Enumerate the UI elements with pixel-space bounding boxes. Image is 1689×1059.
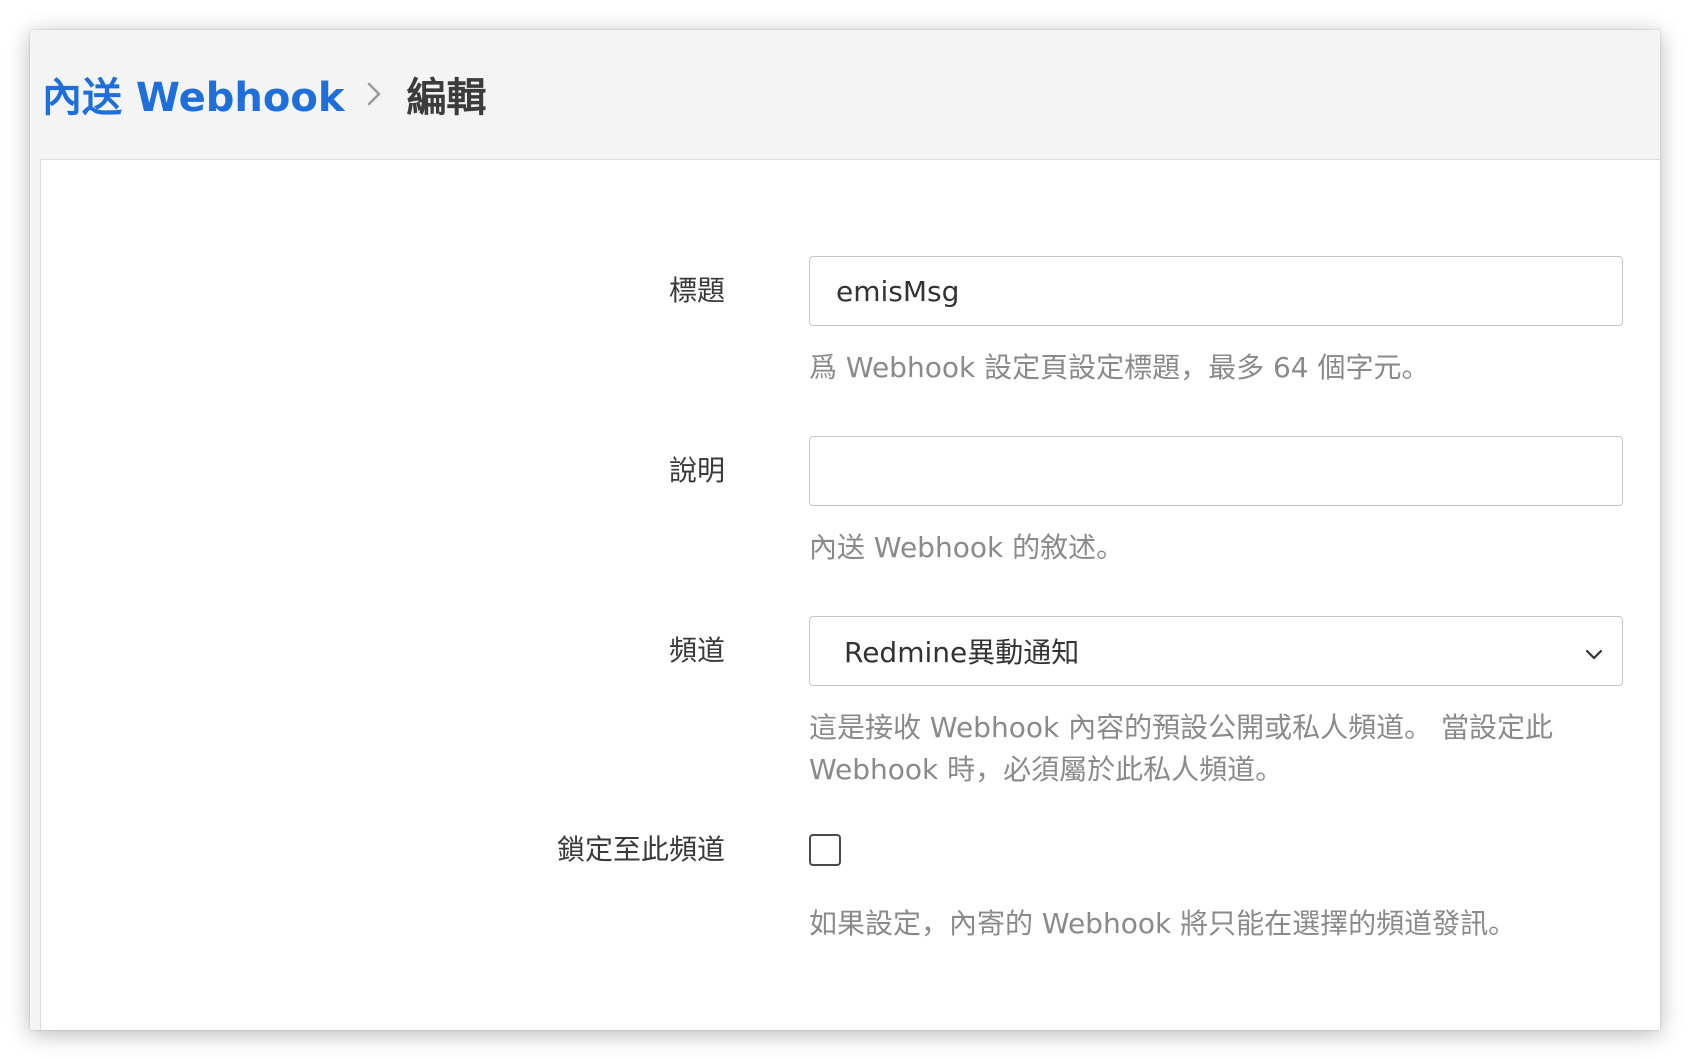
app-window: 內送 Webhook 編輯 標題 爲 Webhook 設定頁設定標題，最多 64… bbox=[30, 30, 1660, 1030]
lock-channel-help-text: 如果設定，內寄的 Webhook 將只能在選擇的頻道發訊。 bbox=[809, 907, 1517, 940]
breadcrumb: 內送 Webhook 編輯 bbox=[30, 30, 1660, 158]
chevron-right-icon bbox=[366, 81, 382, 107]
channel-label: 頻道 bbox=[668, 634, 725, 667]
channel-select-value: Redmine異動通知 bbox=[844, 636, 1080, 669]
title-label: 標題 bbox=[668, 274, 725, 307]
title-help-text: 爲 Webhook 設定頁設定標題，最多 64 個字元。 bbox=[809, 351, 1430, 384]
form-panel: 標題 爲 Webhook 設定頁設定標題，最多 64 個字元。 說明 內送 We… bbox=[40, 159, 1660, 1030]
chevron-down-icon bbox=[1584, 635, 1604, 668]
channel-help-line-2: Webhook 時，必須屬於此私人頻道。 bbox=[809, 753, 1284, 786]
page-title: 編輯 bbox=[406, 75, 487, 121]
description-help-text: 內送 Webhook 的敘述。 bbox=[809, 531, 1125, 564]
lock-channel-checkbox[interactable] bbox=[809, 834, 841, 866]
channel-select[interactable]: Redmine異動通知 bbox=[809, 616, 1623, 686]
channel-help-line-1: 這是接收 Webhook 內容的預設公開或私人頻道。 當設定此 bbox=[809, 711, 1553, 744]
lock-channel-label: 鎖定至此頻道 bbox=[556, 833, 725, 866]
description-input[interactable] bbox=[809, 436, 1623, 506]
description-label: 說明 bbox=[668, 454, 725, 487]
breadcrumb-incoming-webhooks-link[interactable]: 內送 Webhook bbox=[42, 65, 344, 123]
title-input[interactable] bbox=[809, 256, 1623, 326]
channel-help-text: 這是接收 Webhook 內容的預設公開或私人頻道。 當設定此 Webhook … bbox=[809, 707, 1623, 791]
